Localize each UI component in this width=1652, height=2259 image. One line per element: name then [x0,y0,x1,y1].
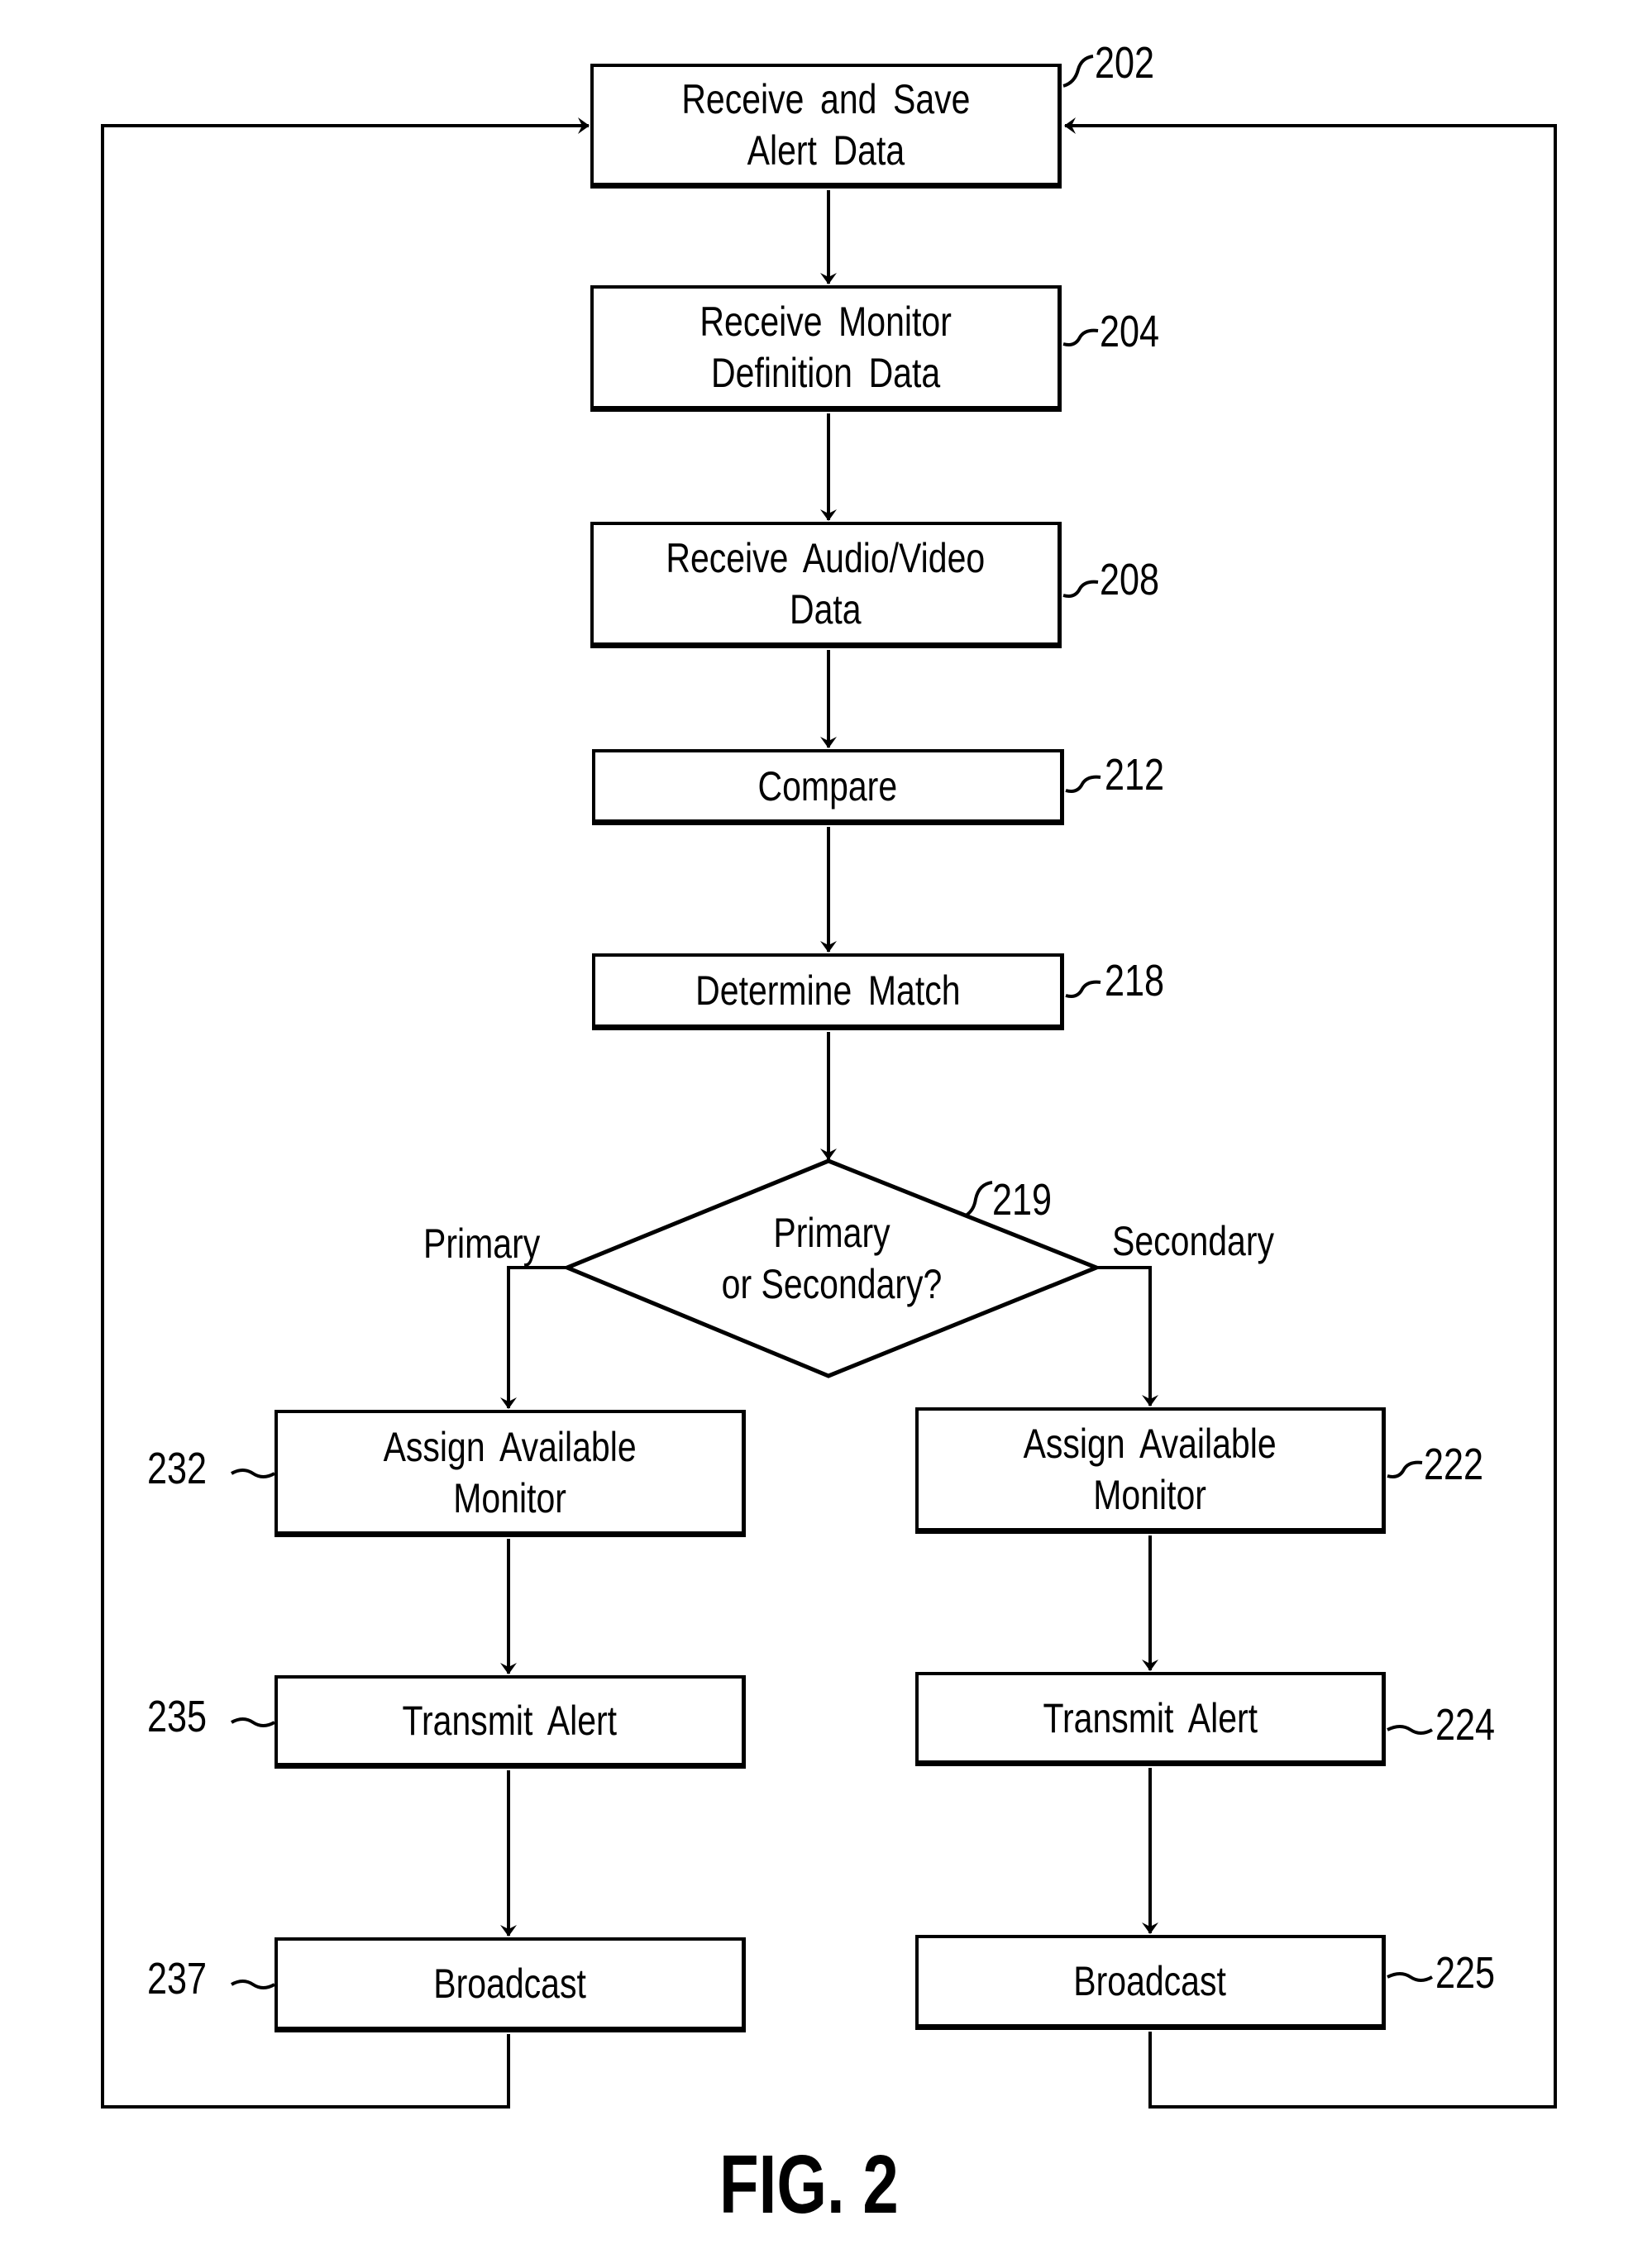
leader-202 [1062,55,1094,88]
loop-left [101,117,590,2109]
leader-225 [1387,1972,1433,1982]
step-label: Assign Available Monitor [1023,1421,1277,1518]
step-receive-monitor-definition: Receive Monitor Definition Data [590,285,1062,412]
leader-235 [231,1717,275,1727]
leader-232 [231,1469,275,1478]
ref-219: 219 [992,1175,1053,1225]
leader-219 [964,1181,993,1217]
ref-212: 212 [1105,750,1165,800]
figure-caption: FIG. 2 [719,2138,899,2231]
leader-224 [1387,1725,1433,1735]
ref-218: 218 [1105,956,1165,1005]
step-assign-monitor-primary: Assign Available Monitor [275,1410,746,1537]
ref-237: 237 [147,1954,208,2003]
leader-218 [1065,980,1101,998]
ref-202: 202 [1095,38,1155,88]
ref-235: 235 [147,1692,208,1741]
ref-224: 224 [1435,1700,1496,1750]
ref-225: 225 [1435,1948,1496,1998]
step-label: Receive Audio/Video Data [666,535,986,633]
branch-label-secondary: Secondary [1112,1218,1275,1264]
decision-label: Primary or Secondary? [721,1210,943,1307]
step-broadcast-primary: Broadcast [275,1937,746,2032]
branch-label-primary: Primary [423,1220,541,1267]
step-label: Broadcast [1073,1958,1227,2004]
arrow-secondary-branch [1096,1266,1158,1407]
step-label: Receive and Save Alert Data [680,76,971,174]
step-label: Receive Monitor Definition Data [699,298,952,396]
step-determine-match: Determine Match [592,953,1064,1030]
step-receive-audio-video: Receive Audio/Video Data [590,522,1062,648]
ref-204: 204 [1100,307,1160,356]
step-transmit-alert-primary: Transmit Alert [275,1675,746,1769]
ref-208: 208 [1100,555,1160,604]
step-label: Assign Available Monitor [383,1423,637,1521]
step-label: Compare [757,762,898,810]
step-label: Broadcast [433,1961,586,2007]
step-broadcast-secondary: Broadcast [915,1935,1386,2030]
step-label: Determine Match [695,967,961,1014]
leader-222 [1387,1460,1423,1478]
step-label: Transmit Alert [402,1698,618,1744]
leader-237 [231,1980,275,1989]
leader-212 [1065,775,1101,793]
loop-right [1064,117,1557,2109]
leader-204 [1062,328,1099,346]
ref-232: 232 [147,1444,208,1493]
step-label: Transmit Alert [1043,1694,1258,1741]
step-assign-monitor-secondary: Assign Available Monitor [915,1407,1386,1534]
arrow-primary-branch [500,1266,567,1409]
step-transmit-alert-secondary: Transmit Alert [915,1672,1386,1766]
step-receive-save-alert: Receive and Save Alert Data [590,64,1062,189]
ref-222: 222 [1424,1440,1484,1489]
step-compare: Compare [592,749,1064,825]
leader-208 [1062,580,1099,598]
